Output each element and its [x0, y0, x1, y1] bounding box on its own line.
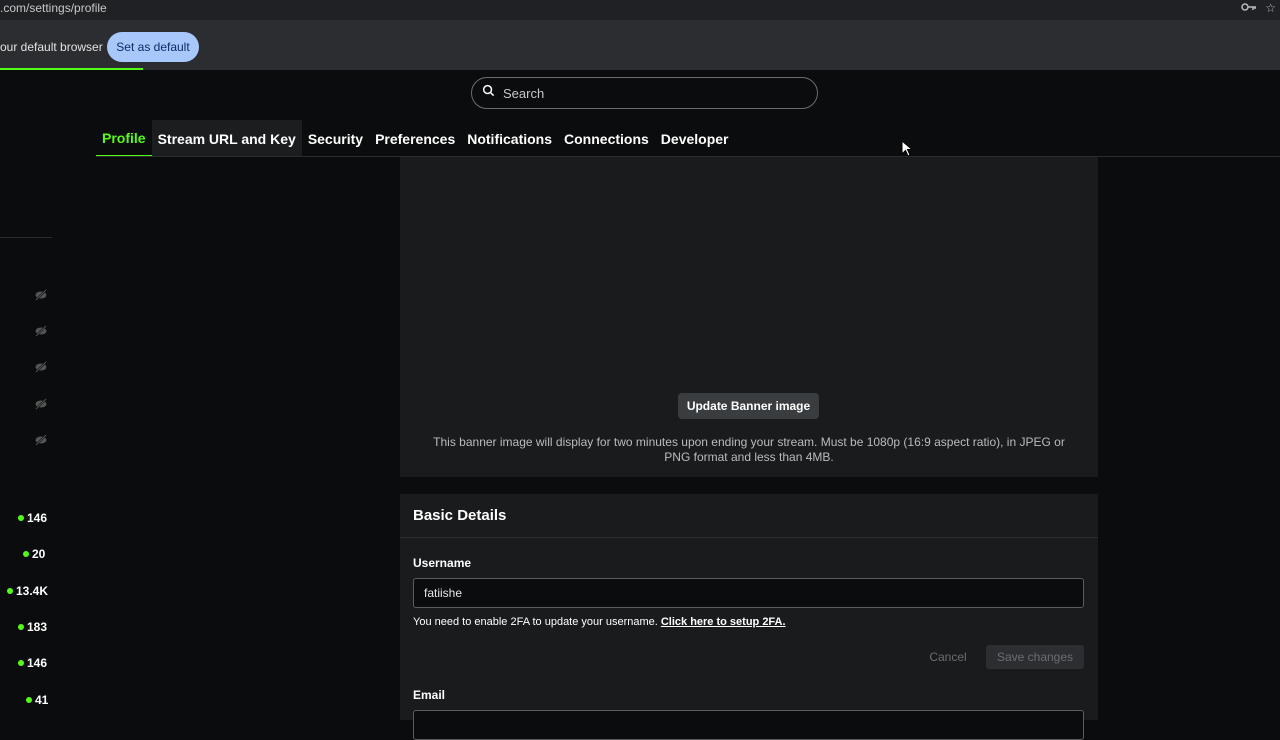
browser-url-bar: .com/settings/profile ☆	[0, 0, 1280, 20]
viewer-count: 41	[26, 693, 48, 707]
set-as-default-button[interactable]: Set as default	[107, 32, 199, 62]
username-field[interactable]	[413, 578, 1084, 608]
twofa-hint-text: You need to enable 2FA to update your us…	[413, 616, 658, 628]
eye-off-icon[interactable]	[34, 433, 48, 447]
tab-notifications[interactable]: Notifications	[461, 120, 558, 157]
email-label: Email	[413, 688, 446, 702]
search-icon	[482, 84, 495, 102]
mouse-cursor-icon	[901, 139, 914, 157]
viewer-count: 13.4K	[7, 584, 48, 598]
banner-image-panel	[400, 157, 1098, 477]
live-dot-icon	[26, 697, 32, 703]
section-divider	[400, 537, 1098, 538]
key-icon[interactable]	[1241, 1, 1257, 16]
star-icon[interactable]: ☆	[1265, 1, 1276, 16]
default-browser-infobar: our default browser Set as default	[0, 20, 1280, 70]
update-banner-image-button[interactable]: Update Banner image	[678, 393, 819, 419]
email-field[interactable]	[413, 710, 1084, 740]
eye-off-icon[interactable]	[34, 324, 48, 338]
tab-security[interactable]: Security	[302, 120, 369, 157]
live-dot-icon	[7, 588, 13, 594]
infobar-progress	[0, 68, 143, 70]
viewer-count: 146	[18, 656, 47, 670]
eye-off-icon[interactable]	[34, 397, 48, 411]
section-title: Basic Details	[413, 507, 507, 524]
tab-preferences[interactable]: Preferences	[369, 120, 461, 157]
live-dot-icon	[18, 515, 24, 521]
live-dot-icon	[18, 660, 24, 666]
setup-2fa-link[interactable]: Click here to setup 2FA.	[661, 616, 786, 628]
search-input[interactable]	[503, 85, 793, 101]
sidebar-divider	[0, 237, 52, 238]
viewer-count: 183	[18, 620, 47, 634]
tab-connections[interactable]: Connections	[558, 120, 655, 157]
banner-note: This banner image will display for two m…	[433, 435, 1065, 464]
twofa-hint: You need to enable 2FA to update your us…	[413, 616, 786, 628]
eye-off-icon[interactable]	[34, 288, 48, 302]
url-text[interactable]: .com/settings/profile	[0, 1, 107, 15]
cancel-button[interactable]: Cancel	[920, 645, 976, 669]
username-label: Username	[413, 556, 472, 570]
tab-profile[interactable]: Profile	[96, 120, 152, 157]
eye-off-icon[interactable]	[34, 360, 48, 374]
settings-tabs: Profile Stream URL and Key Security Pref…	[96, 120, 735, 157]
tab-developer[interactable]: Developer	[655, 120, 735, 157]
tab-stream-url-and-key[interactable]: Stream URL and Key	[151, 120, 302, 157]
live-dot-icon	[23, 551, 29, 557]
live-dot-icon	[18, 624, 24, 630]
viewer-count: 20	[23, 547, 45, 561]
search-box[interactable]	[471, 77, 818, 109]
viewer-count: 146	[18, 511, 47, 525]
save-changes-button[interactable]: Save changes	[986, 645, 1084, 669]
infobar-message: our default browser	[0, 40, 103, 54]
